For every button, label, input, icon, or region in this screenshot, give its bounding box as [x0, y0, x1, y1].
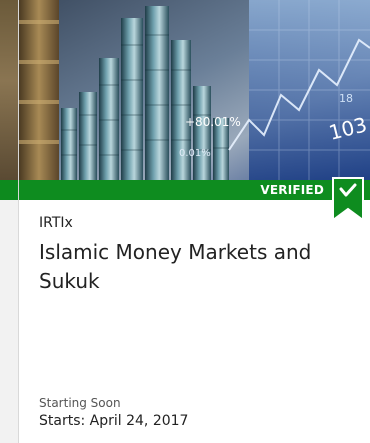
- course-start-date: Starts: April 24, 2017: [39, 413, 189, 429]
- previous-card-edge: [0, 0, 18, 443]
- verified-badge: VERIFIED: [260, 183, 324, 197]
- course-title[interactable]: Islamic Money Markets and Sukuk: [39, 238, 361, 296]
- course-card[interactable]: +80.01% 0.01% 103 18 VERIFIED IRTIx Isla…: [18, 0, 370, 443]
- course-listing-page: +80.01% 0.01% 103 18 VERIFIED IRTIx Isla…: [0, 0, 370, 443]
- stock-market-illustration: +80.01% 0.01% 103 18: [19, 0, 370, 180]
- course-status: Starting Soon: [39, 396, 121, 410]
- hero-ticker-2: 0.01%: [179, 148, 211, 159]
- bookmark-check-icon: [332, 177, 364, 221]
- course-organization: IRTIx: [39, 215, 73, 231]
- hero-ticker-1: +80.01%: [185, 115, 241, 129]
- hero-ticker-4: 18: [339, 92, 353, 105]
- previous-card-verified-band: [0, 180, 18, 200]
- course-hero-image[interactable]: +80.01% 0.01% 103 18: [19, 0, 370, 180]
- previous-card-image: [0, 0, 18, 180]
